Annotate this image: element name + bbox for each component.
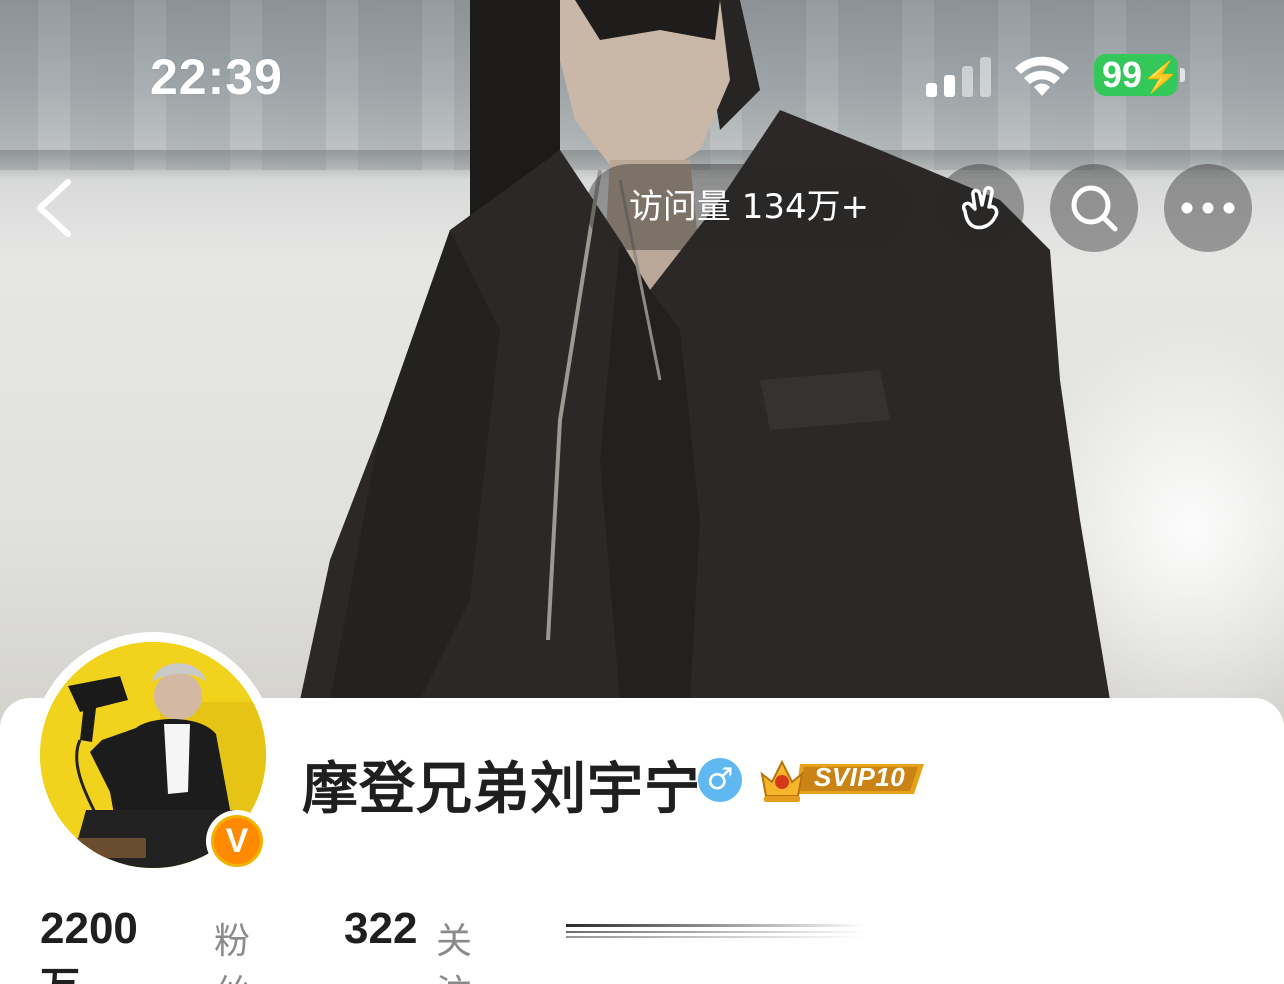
- loading-placeholder: [566, 924, 866, 938]
- verified-badge: V: [206, 810, 268, 872]
- cover-person-figure: [300, 0, 1110, 700]
- wifi-icon: [1015, 56, 1069, 96]
- followers-label[interactable]: 粉丝: [214, 912, 250, 984]
- cover-photo[interactable]: [0, 0, 1284, 740]
- profile-screen: 22:39 99⚡ 访问量 134万+ V 摩登兄弟刘宇宁 ♂ SVIP10 2…: [0, 0, 1284, 984]
- battery-tip: [1180, 68, 1185, 82]
- search-icon: [1071, 185, 1118, 232]
- username: 摩登兄弟刘宇宁: [302, 757, 701, 822]
- svip-level-label: SVIP10: [814, 762, 906, 792]
- visit-count-pill[interactable]: 访问量 134万+: [586, 164, 912, 250]
- more-button[interactable]: [1164, 164, 1252, 252]
- signal-icon: [926, 57, 991, 97]
- following-label[interactable]: 关注: [436, 912, 472, 984]
- more-icon: [1181, 202, 1235, 214]
- status-time: 22:39: [150, 49, 283, 105]
- followers-count[interactable]: 2200 万: [40, 904, 138, 984]
- battery-level: 99: [1102, 54, 1143, 95]
- back-icon[interactable]: [30, 178, 80, 238]
- following-count[interactable]: 322: [344, 904, 417, 954]
- followers-value: 2200: [40, 904, 138, 953]
- finger-heart-icon: [961, 186, 999, 230]
- finger-heart-button[interactable]: [936, 164, 1024, 252]
- verified-v-icon: V: [211, 815, 263, 867]
- followers-unit: 万: [40, 964, 80, 984]
- search-button[interactable]: [1050, 164, 1138, 252]
- male-gender-icon: ♂: [698, 758, 742, 802]
- battery-indicator: 99⚡: [1094, 54, 1180, 96]
- charging-bolt-icon: ⚡: [1142, 61, 1180, 94]
